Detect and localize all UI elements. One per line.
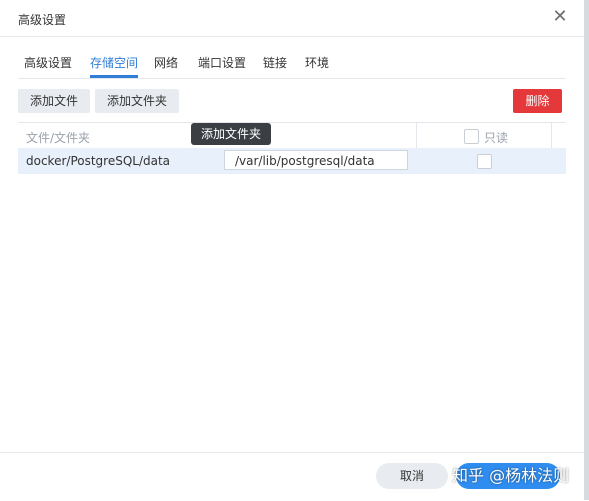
dialog-title-bar: 高级设置 ✕ <box>0 0 584 37</box>
add-file-button[interactable]: 添加文件 <box>18 89 90 113</box>
tab-environment[interactable]: 环境 <box>305 54 329 71</box>
tooltip: 添加文件夹 <box>191 123 271 145</box>
background-window-edge <box>584 0 589 500</box>
grid-header: 文件/文件夹 只读 <box>18 122 566 150</box>
tab-links[interactable]: 链接 <box>263 54 287 71</box>
readonly-select-all-checkbox[interactable] <box>464 129 479 144</box>
dialog-title: 高级设置 <box>18 13 67 27</box>
tab-network[interactable]: 网络 <box>154 54 178 71</box>
tab-port-settings[interactable]: 端口设置 <box>198 54 246 71</box>
tab-advanced-settings[interactable]: 高级设置 <box>24 54 72 71</box>
column-separator <box>551 123 552 149</box>
row-readonly-checkbox[interactable] <box>477 154 492 169</box>
tab-storage[interactable]: 存储空间 <box>90 54 138 71</box>
watermark-text: 知乎 @杨林法则 <box>452 466 570 485</box>
cancel-button[interactable]: 取消 <box>376 463 448 489</box>
delete-button[interactable]: 删除 <box>513 89 562 113</box>
add-folder-button[interactable]: 添加文件夹 <box>95 89 179 113</box>
table-row[interactable]: docker/PostgreSQL/data /var/lib/postgres… <box>18 148 566 174</box>
advanced-settings-dialog: 高级设置 ✕ 高级设置 存储空间 网络 端口设置 链接 环境 添加文件 添加文件… <box>0 0 585 500</box>
close-icon[interactable]: ✕ <box>550 7 570 27</box>
mount-path-input[interactable]: /var/lib/postgresql/data <box>224 150 408 170</box>
row-file-folder: docker/PostgreSQL/data <box>26 154 171 168</box>
column-header-readonly[interactable]: 只读 <box>484 129 508 146</box>
tab-bar: 高级设置 存储空间 网络 端口设置 链接 环境 <box>18 46 566 79</box>
active-tab-indicator <box>90 75 138 78</box>
column-header-file-folder[interactable]: 文件/文件夹 <box>26 129 90 146</box>
column-separator <box>416 123 417 149</box>
